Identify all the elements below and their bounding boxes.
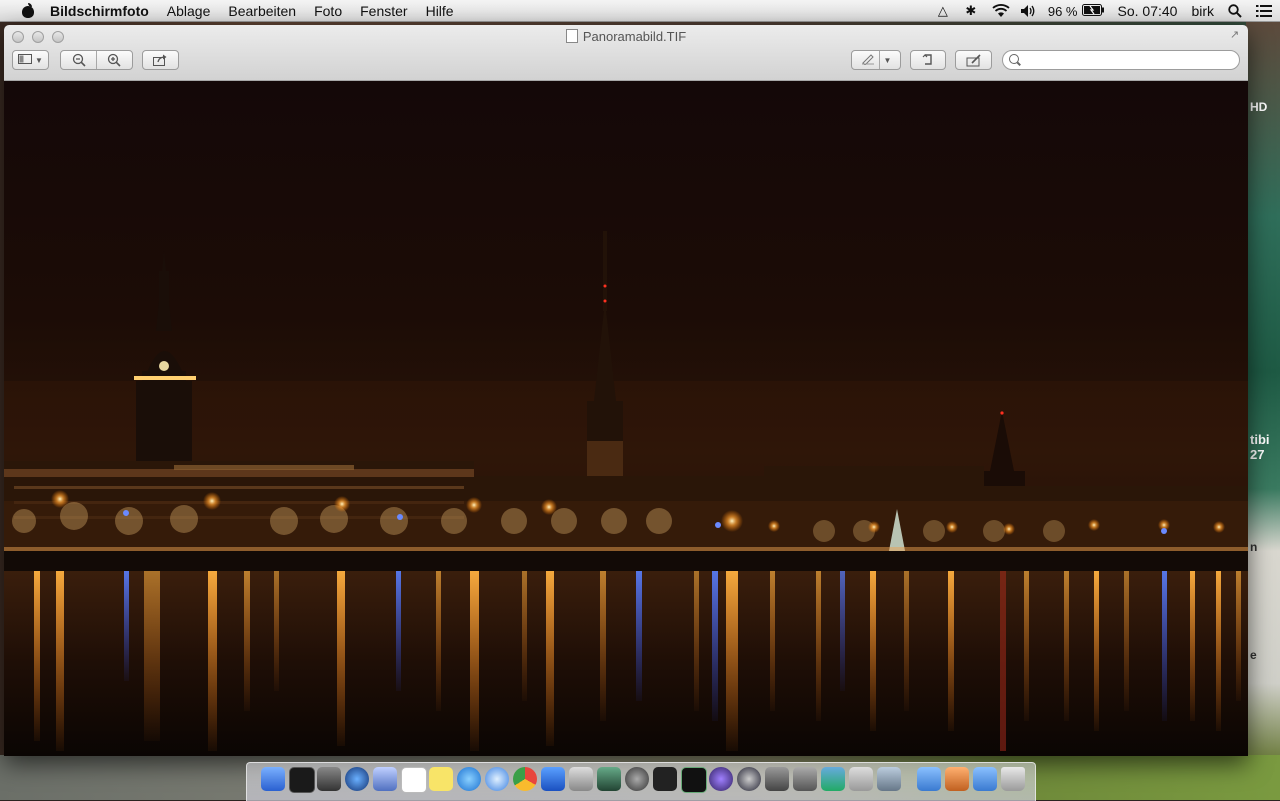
home-folder-icon[interactable] <box>945 767 969 791</box>
network-icon[interactable] <box>345 767 369 791</box>
notification-center-icon[interactable] <box>1256 4 1272 18</box>
edit-toolbar-button[interactable] <box>955 50 992 70</box>
calendar-icon[interactable] <box>401 767 427 793</box>
aperture-icon[interactable] <box>625 767 649 791</box>
cathedral-tower <box>136 251 192 461</box>
river-water <box>4 571 1248 756</box>
zoom-controls <box>60 50 133 70</box>
share-icon <box>153 54 167 66</box>
trash-icon[interactable] <box>1001 767 1025 791</box>
sidebar-icon <box>18 53 33 67</box>
nikon-icon[interactable] <box>653 767 677 791</box>
fullscreen-icon[interactable]: ↗ <box>1230 29 1242 41</box>
status-area: △ ✱ 96 % So. 07:40 birk <box>936 0 1272 22</box>
word-icon[interactable] <box>541 767 565 791</box>
iphoto-icon[interactable] <box>821 767 845 791</box>
photo-editor-icon[interactable] <box>793 767 817 791</box>
menu-bearbeiten[interactable]: Bearbeiten <box>228 3 296 19</box>
notes-icon[interactable] <box>429 767 453 791</box>
menubar: Bildschirmfoto Ablage Bearbeiten Foto Fe… <box>0 0 1280 22</box>
menu-ablage[interactable]: Ablage <box>167 3 211 19</box>
launcher-icon[interactable] <box>709 767 733 791</box>
window-titlebar[interactable]: Panoramabild.TIF ↗ ▼ ▼ <box>4 25 1248 81</box>
lightroom-icon[interactable] <box>681 767 707 793</box>
safari-icon[interactable] <box>485 767 509 791</box>
window-title-wrap: Panoramabild.TIF <box>4 29 1248 44</box>
itunes-icon[interactable] <box>457 767 481 791</box>
chevron-down-icon: ▼ <box>35 55 43 65</box>
desktop-text: HD <box>1250 100 1268 114</box>
spotlight-search-icon[interactable] <box>1228 4 1242 18</box>
clock[interactable]: So. 07:40 <box>1118 3 1178 19</box>
desktop-background-right: HD tibi 27 n e <box>1246 22 1280 800</box>
preview-window: Panoramabild.TIF ↗ ▼ ▼ <box>4 25 1248 756</box>
mission-control-icon[interactable] <box>737 767 761 791</box>
desktop-text: tibi 27 <box>1250 432 1270 462</box>
rotate-icon <box>922 54 932 65</box>
volume-icon[interactable] <box>1020 4 1035 18</box>
terminal-icon[interactable] <box>289 767 315 793</box>
document-icon <box>565 29 578 43</box>
night-city-panorama <box>4 231 1248 756</box>
activity-monitor-icon[interactable] <box>317 767 341 791</box>
sidebar-view-button[interactable]: ▼ <box>12 50 49 70</box>
bluetooth-icon[interactable]: ✱ <box>964 4 978 18</box>
photo-browser-icon[interactable] <box>877 767 901 791</box>
share-button[interactable] <box>142 50 179 70</box>
zoom-out-icon <box>72 53 86 67</box>
menu-app[interactable]: Bildschirmfoto <box>50 3 149 19</box>
wifi-icon[interactable] <box>992 4 1010 18</box>
image-capture-icon[interactable] <box>765 767 789 791</box>
menu-fenster[interactable]: Fenster <box>360 3 407 19</box>
search-icon <box>1009 54 1019 64</box>
rotate-button[interactable] <box>910 50 946 70</box>
panorama-image <box>4 81 1248 756</box>
toolbox-icon <box>966 53 981 66</box>
search-input[interactable] <box>1023 52 1237 70</box>
apple-menu-icon[interactable] <box>20 2 36 19</box>
zoom-in-icon <box>108 53 122 67</box>
desktop-text: n <box>1250 540 1258 554</box>
finder-icon[interactable] <box>261 767 285 791</box>
search-field[interactable] <box>1002 50 1240 70</box>
battery-icon[interactable] <box>1081 3 1104 19</box>
markup-button[interactable]: ▼ <box>851 50 901 70</box>
zoom-out-button[interactable] <box>61 51 96 69</box>
tool-icon[interactable] <box>849 767 873 791</box>
menu-hilfe[interactable]: Hilfe <box>426 3 454 19</box>
torch-icon[interactable]: △ <box>936 4 950 18</box>
window-title: Panoramabild.TIF <box>582 29 687 44</box>
chevron-down-icon: ▼ <box>883 55 892 65</box>
camera-icon[interactable] <box>569 767 593 791</box>
user-name[interactable]: birk <box>1191 3 1214 19</box>
battery-percent[interactable]: 96 % <box>1048 4 1078 19</box>
zoom-in-button[interactable] <box>97 51 132 69</box>
photo-app-icon[interactable] <box>597 767 621 791</box>
desktop-text: e <box>1250 648 1257 662</box>
dock <box>246 762 1036 801</box>
downloads-folder-icon[interactable] <box>973 767 997 791</box>
chrome-icon[interactable] <box>513 767 537 791</box>
applications-folder-icon[interactable] <box>917 767 941 791</box>
pen-icon <box>861 53 875 68</box>
menu-foto[interactable]: Foto <box>314 3 342 19</box>
preview-app-icon[interactable] <box>373 767 397 791</box>
